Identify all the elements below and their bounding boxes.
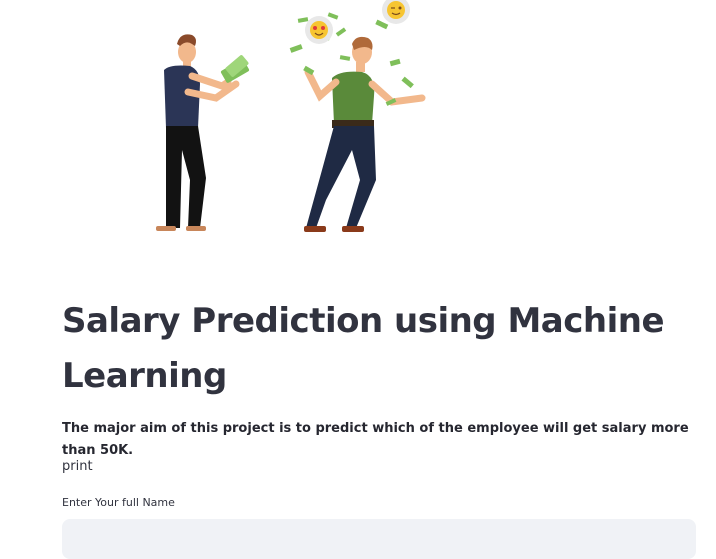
page-title: Salary Prediction using Machine Learning (62, 301, 665, 396)
project-description: The major aim of this project is to pred… (62, 421, 689, 458)
man-holding-cash (156, 34, 250, 231)
name-field-label: Enter Your full Name (62, 496, 175, 509)
money-celebration-illustration (156, 0, 426, 232)
heart-eyes-emoji-icon (305, 16, 333, 44)
print-output-text: print (62, 459, 93, 474)
man-celebrating (304, 36, 426, 232)
winking-emoji-icon (382, 0, 410, 24)
full-name-input[interactable] (62, 519, 696, 559)
